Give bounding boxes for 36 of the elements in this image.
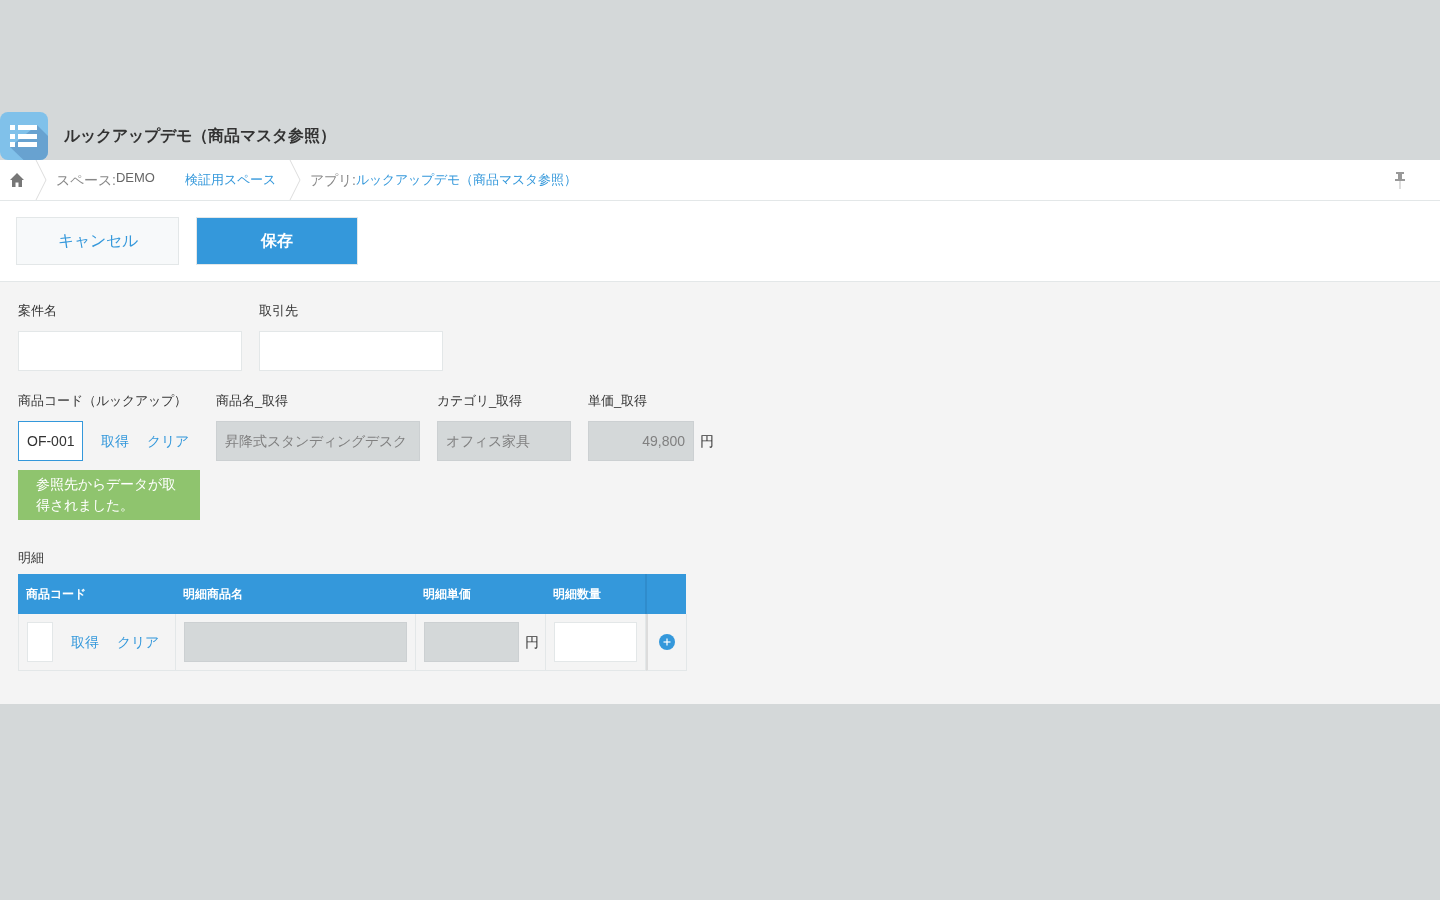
lookup-action-link[interactable]: クリア	[117, 631, 159, 653]
readonly-field: オフィス家具	[437, 421, 571, 461]
readonly-field: 49,800	[588, 421, 694, 461]
text-input[interactable]	[18, 331, 242, 371]
space-name: DEMO	[115, 169, 155, 188]
home-icon[interactable]	[10, 173, 24, 187]
success-message: 参照先からデータが取得されました。	[18, 470, 200, 520]
unit-label: 円	[700, 431, 714, 451]
save-button[interactable]: 保存	[196, 217, 358, 265]
lookup-action-link[interactable]: 取得	[71, 631, 99, 653]
add-row-icon[interactable]	[659, 634, 675, 650]
breadcrumb-link[interactable]: 検証用スペース	[184, 170, 276, 190]
lookup-action-link[interactable]: 取得	[101, 430, 130, 452]
cancel-button[interactable]: キャンセル	[16, 217, 179, 265]
field-label: 商品名_取得	[216, 392, 289, 410]
unit-label: 円	[525, 632, 539, 652]
column-header: 商品コード	[25, 586, 87, 603]
readonly-field: 昇降式スタンディングデスク	[216, 421, 420, 461]
field-label: 取引先	[259, 302, 298, 320]
column-header: 明細単価	[422, 586, 472, 603]
breadcrumb-label: アプリ:	[309, 170, 356, 190]
app-title: ルックアップデモ（商品マスタ参照）	[64, 126, 336, 146]
pin-icon[interactable]	[1395, 171, 1405, 189]
field-label: カテゴリ_取得	[437, 392, 523, 410]
field-label: 単価_取得	[588, 392, 648, 410]
field-label: 案件名	[18, 302, 57, 320]
code-input[interactable]	[27, 622, 53, 662]
field-label: 商品コード（ルックアップ）	[18, 392, 187, 410]
breadcrumb-label: スペース:	[56, 170, 116, 190]
quantity-input[interactable]	[554, 622, 637, 662]
lookup-action-link[interactable]: クリア	[147, 430, 190, 452]
subtable-label: 明細	[18, 549, 44, 567]
text-input[interactable]	[259, 331, 443, 371]
lookup-input[interactable]: OF-001	[18, 421, 84, 461]
column-header: 明細数量	[552, 586, 602, 603]
column-header: 明細商品名	[182, 586, 244, 603]
